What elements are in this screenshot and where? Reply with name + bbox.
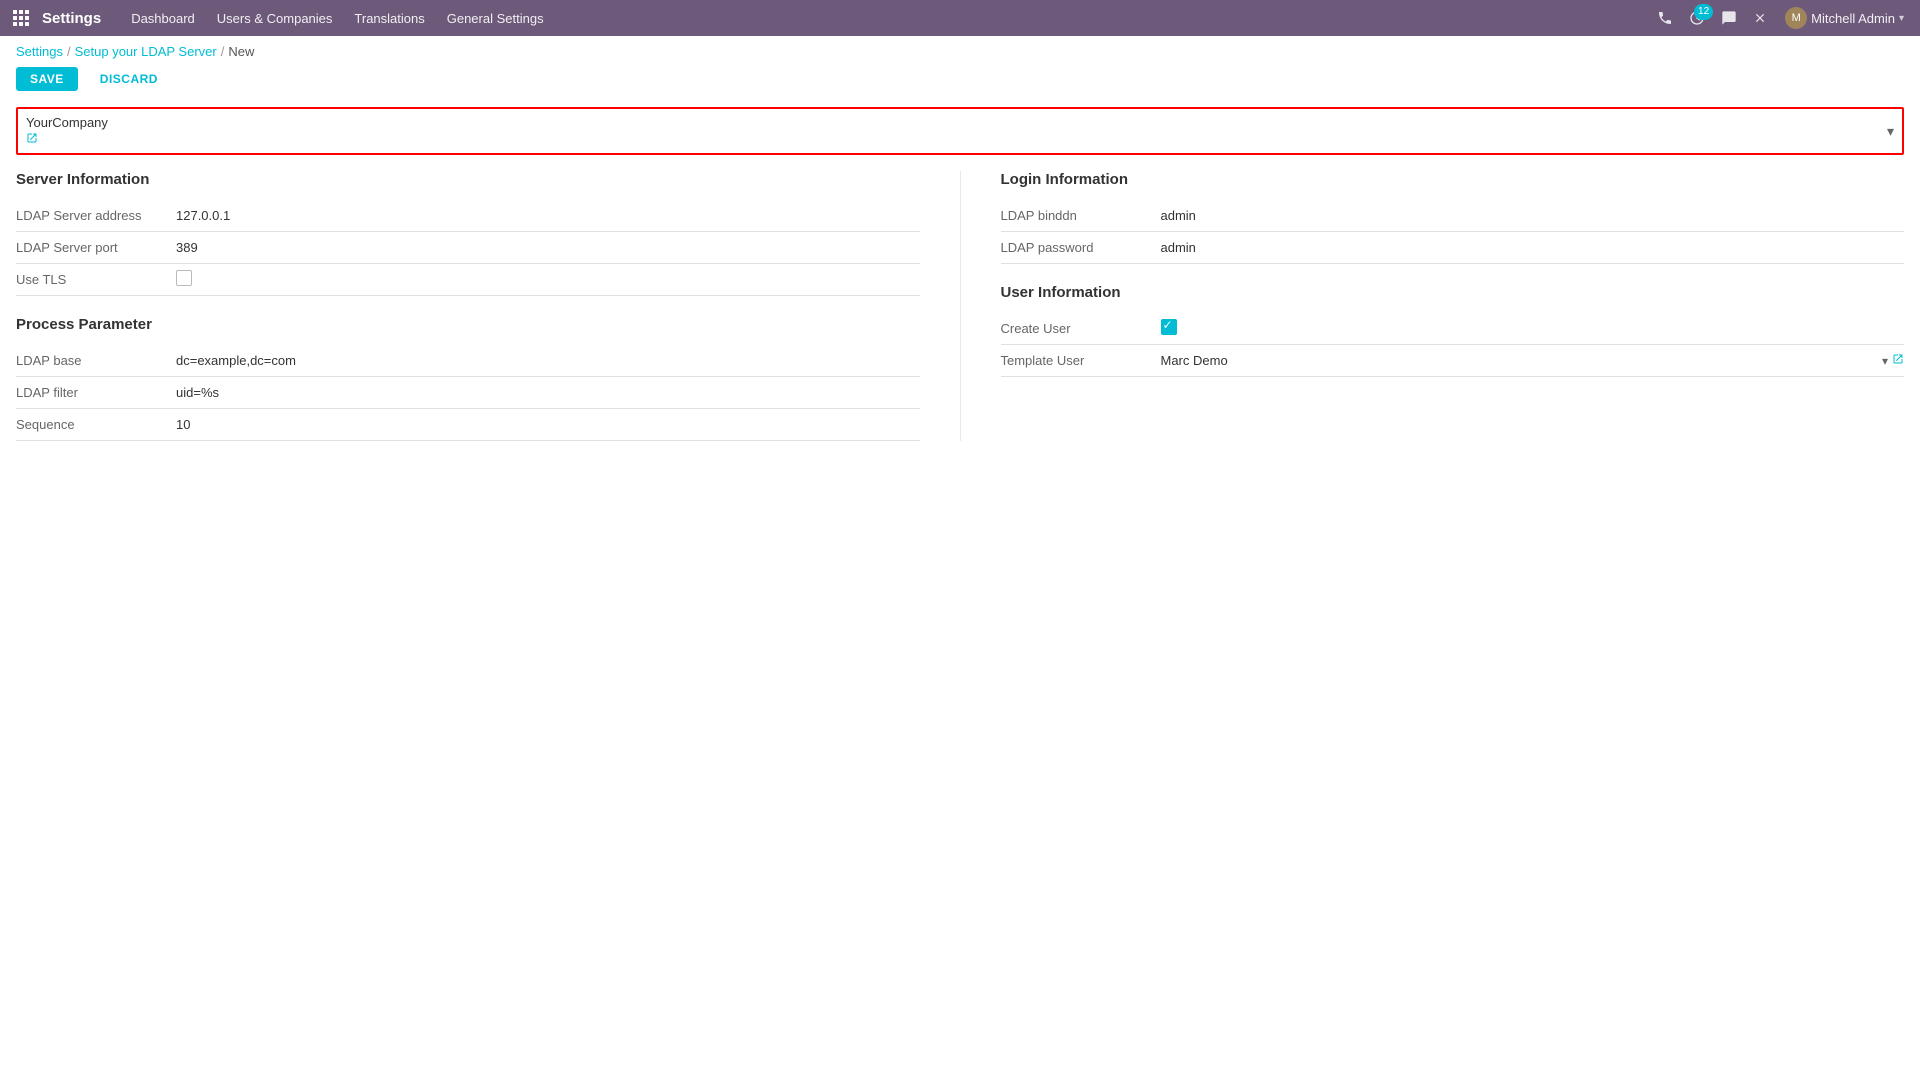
field-value-ldap-binddn [1161,208,1905,223]
navbar-actions: 12 M Mitchell Admin ▾ [1651,3,1912,33]
field-ldap-password: LDAP password [1001,232,1905,264]
login-info-title: Login Information [1001,171,1905,188]
right-panel: Login Information LDAP binddn LDAP passw… [960,171,1905,441]
field-label-ldap-binddn: LDAP binddn [1001,208,1161,223]
use-tls-checkbox[interactable] [176,270,192,286]
user-menu[interactable]: M Mitchell Admin ▾ [1777,3,1912,33]
field-label-ldap-address: LDAP Server address [16,208,176,223]
discard-button[interactable]: DISCARD [86,67,172,91]
clock-icon-btn[interactable]: 12 [1683,6,1711,30]
create-user-checkbox[interactable] [1161,319,1177,335]
process-parameter-title: Process Parameter [16,316,920,333]
field-sequence: Sequence [16,409,920,441]
field-label-template-user: Template User [1001,353,1161,368]
nav-general-settings[interactable]: General Settings [437,5,554,32]
template-user-dropdown-icon[interactable]: ▾ [1882,354,1888,368]
field-create-user: Create User [1001,313,1905,345]
action-bar: SAVE DISCARD [0,63,1920,103]
ldap-address-input[interactable] [176,208,920,223]
ldap-base-input[interactable] [176,353,920,368]
breadcrumb-ldap[interactable]: Setup your LDAP Server [75,44,217,59]
field-value-use-tls [176,270,920,289]
user-info-title: User Information [1001,284,1905,301]
field-value-template-user: Marc Demo ▾ [1161,353,1905,368]
company-selector-content: YourCompany [26,115,108,147]
field-value-ldap-port [176,240,920,255]
field-label-ldap-base: LDAP base [16,353,176,368]
breadcrumb-sep-1: / [67,44,71,59]
apps-icon[interactable] [8,5,34,31]
breadcrumb-sep-2: / [221,44,225,59]
field-value-ldap-filter [176,385,920,400]
field-label-ldap-filter: LDAP filter [16,385,176,400]
avatar: M [1785,7,1807,29]
navbar-menu: Dashboard Users & Companies Translations… [121,5,1647,32]
field-value-ldap-address [176,208,920,223]
phone-icon-btn[interactable] [1651,6,1679,30]
field-label-use-tls: Use TLS [16,272,176,287]
ldap-password-input[interactable] [1161,240,1905,255]
template-user-external-link-icon[interactable] [1892,353,1904,368]
chat-icon-btn[interactable] [1715,6,1743,30]
nav-dashboard[interactable]: Dashboard [121,5,205,32]
field-ldap-binddn: LDAP binddn [1001,200,1905,232]
save-button[interactable]: SAVE [16,67,78,91]
clock-badge: 12 [1694,4,1713,20]
template-user-value: Marc Demo [1161,353,1878,368]
field-label-sequence: Sequence [16,417,176,432]
user-dropdown-icon: ▾ [1899,13,1904,24]
field-value-ldap-base [176,353,920,368]
company-external-link-icon[interactable] [26,132,108,147]
field-value-create-user [1161,319,1905,338]
field-ldap-server-port: LDAP Server port [16,232,920,264]
field-template-user: Template User Marc Demo ▾ [1001,345,1905,377]
field-use-tls: Use TLS [16,264,920,296]
user-name: Mitchell Admin [1811,11,1895,26]
main-content: Server Information LDAP Server address L… [0,155,1920,457]
ldap-filter-input[interactable] [176,385,920,400]
company-name: YourCompany [26,115,108,130]
company-dropdown-arrow-icon[interactable]: ▾ [1887,123,1894,140]
field-label-ldap-password: LDAP password [1001,240,1161,255]
company-selector[interactable]: YourCompany ▾ [16,107,1904,155]
field-ldap-server-address: LDAP Server address [16,200,920,232]
sequence-input[interactable] [176,417,920,432]
field-value-ldap-password [1161,240,1905,255]
field-ldap-filter: LDAP filter [16,377,920,409]
app-title: Settings [42,10,101,27]
nav-translations[interactable]: Translations [344,5,434,32]
ldap-port-input[interactable] [176,240,920,255]
left-panel: Server Information LDAP Server address L… [16,171,960,441]
server-info-title: Server Information [16,171,920,188]
ldap-binddn-input[interactable] [1161,208,1905,223]
field-label-create-user: Create User [1001,321,1161,336]
nav-users-companies[interactable]: Users & Companies [207,5,343,32]
field-label-ldap-port: LDAP Server port [16,240,176,255]
field-value-sequence [176,417,920,432]
field-ldap-base: LDAP base [16,345,920,377]
breadcrumb-settings[interactable]: Settings [16,44,63,59]
breadcrumb-new: New [228,44,254,59]
close-icon-btn[interactable] [1747,7,1773,29]
navbar: Settings Dashboard Users & Companies Tra… [0,0,1920,36]
breadcrumb: Settings / Setup your LDAP Server / New [0,36,1920,63]
